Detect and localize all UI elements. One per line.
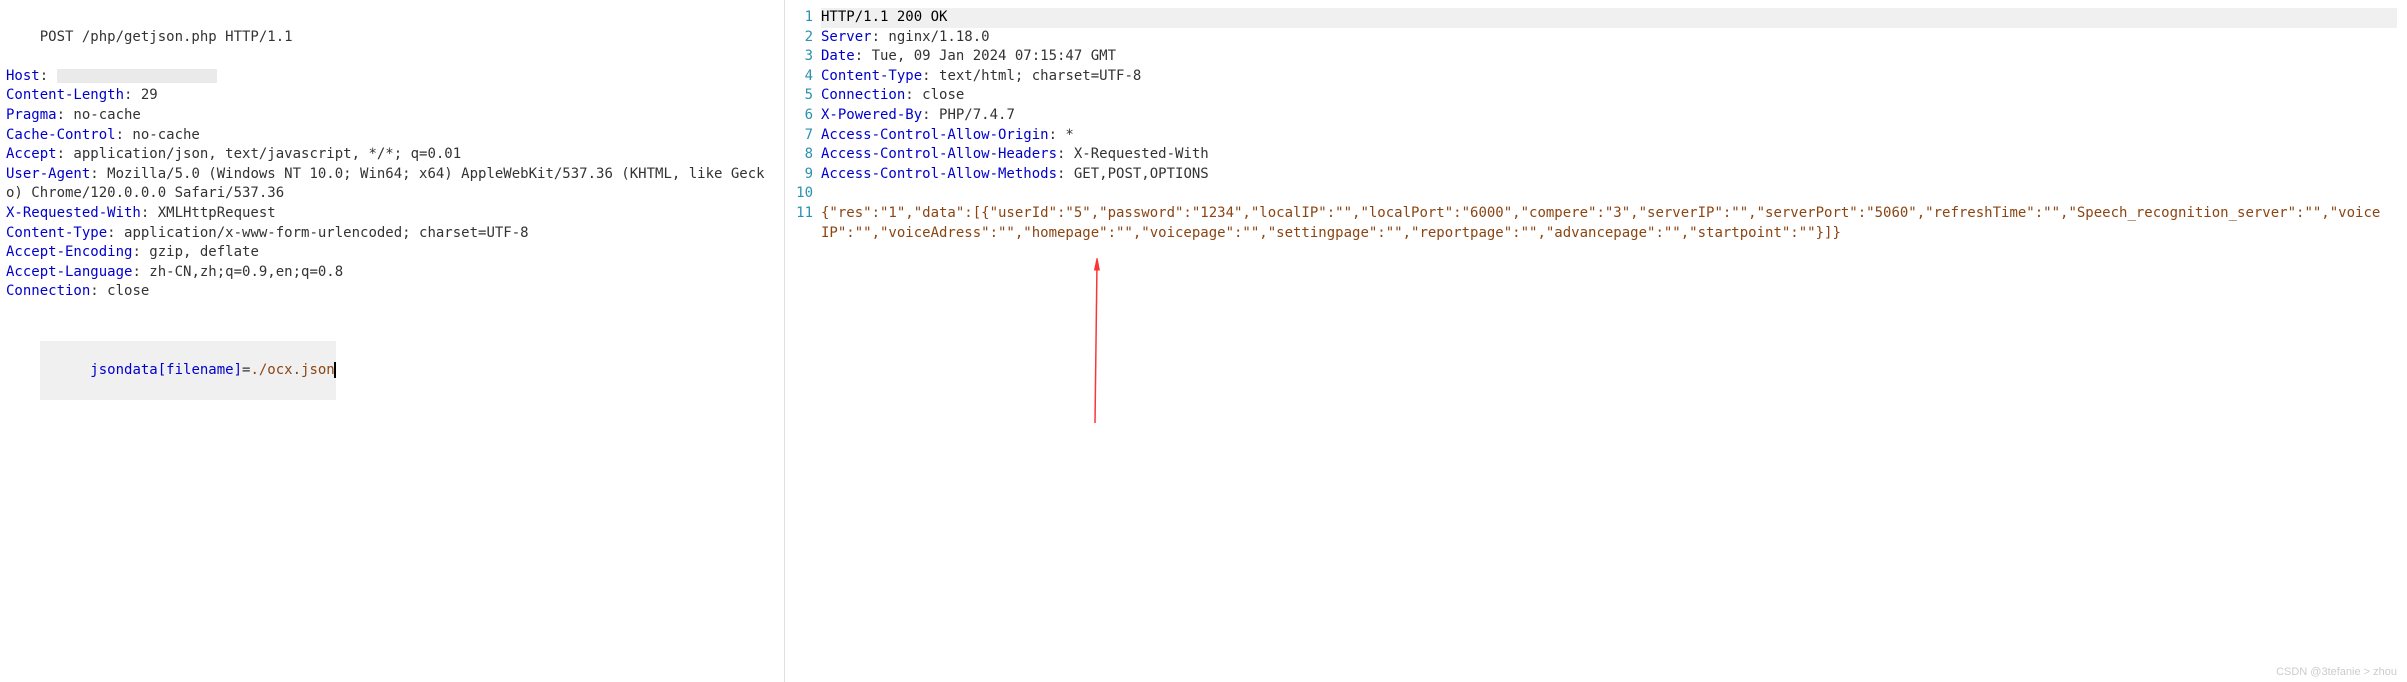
line-number: 1 <box>795 8 821 28</box>
response-line: 4Content-Type: text/html; charset=UTF-8 <box>795 67 2401 87</box>
request-header: Connection: close <box>6 282 774 302</box>
header-value: : GET,POST,OPTIONS <box>1057 166 1209 182</box>
header-name: Content-Type <box>821 68 922 84</box>
request-method-path: POST /php/getjson.php HTTP/1.1 <box>40 29 293 45</box>
line-number: 10 <box>795 184 821 204</box>
header-name: Access-Control-Allow-Headers <box>821 146 1057 162</box>
request-header: Accept: application/json, text/javascrip… <box>6 145 774 165</box>
request-header: Accept-Language: zh-CN,zh;q=0.9,en;q=0.8 <box>6 263 774 283</box>
header-value: : close <box>905 87 964 103</box>
header-name: User-Agent <box>6 166 90 182</box>
request-body[interactable]: jsondata[filename]=./ocx.json <box>6 322 774 420</box>
request-start-line: POST /php/getjson.php HTTP/1.1 <box>6 8 774 67</box>
header-value: : no-cache <box>57 107 141 123</box>
header-value: : text/html; charset=UTF-8 <box>922 68 1141 84</box>
header-value: : nginx/1.18.0 <box>872 29 990 45</box>
request-header: Cache-Control: no-cache <box>6 126 774 146</box>
response-line: 10 <box>795 184 2401 204</box>
header-value: : gzip, deflate <box>132 244 258 260</box>
response-pane[interactable]: 1HTTP/1.1 200 OK2Server: nginx/1.18.03Da… <box>789 0 2407 682</box>
response-status-line: HTTP/1.1 200 OK <box>821 8 2397 28</box>
line-number: 6 <box>795 106 821 126</box>
header-value: : * <box>1049 127 1074 143</box>
header-value: : close <box>90 283 149 299</box>
response-line: 2Server: nginx/1.18.0 <box>795 28 2401 48</box>
header-name: Accept-Language <box>6 264 132 280</box>
header-value: : no-cache <box>116 127 200 143</box>
request-header: Pragma: no-cache <box>6 106 774 126</box>
pane-divider[interactable] <box>784 0 785 682</box>
header-name: X-Powered-By <box>821 107 922 123</box>
request-header: Content-Length: 29 <box>6 86 774 106</box>
header-value: : application/x-www-form-urlencoded; cha… <box>107 225 528 241</box>
request-header: Accept-Encoding: gzip, deflate <box>6 243 774 263</box>
header-name: Server <box>821 29 872 45</box>
redacted-value <box>57 69 217 83</box>
line-number: 5 <box>795 86 821 106</box>
response-line: 6X-Powered-By: PHP/7.4.7 <box>795 106 2401 126</box>
header-value: : Mozilla/5.0 (Windows NT 10.0; Win64; x… <box>6 166 765 202</box>
header-value: : 29 <box>124 87 158 103</box>
blank-line <box>6 302 774 322</box>
request-header: Host: <box>6 67 774 87</box>
line-number: 8 <box>795 145 821 165</box>
request-header: X-Requested-With: XMLHttpRequest <box>6 204 774 224</box>
body-param-key: jsondata[filename] <box>90 362 242 378</box>
response-line: 9Access-Control-Allow-Methods: GET,POST,… <box>795 165 2401 185</box>
header-name: Accept-Encoding <box>6 244 132 260</box>
header-name: Accept <box>6 146 57 162</box>
header-value: : application/json, text/javascript, */*… <box>57 146 462 162</box>
header-value: : PHP/7.4.7 <box>922 107 1015 123</box>
header-value: : XMLHttpRequest <box>141 205 276 221</box>
header-name: Cache-Control <box>6 127 116 143</box>
header-name: Host <box>6 68 40 84</box>
text-cursor <box>334 362 336 378</box>
header-name: Pragma <box>6 107 57 123</box>
body-param-value: ./ocx.json <box>250 362 334 378</box>
line-number: 4 <box>795 67 821 87</box>
response-line: 11{"res":"1","data":[{"userId":"5","pass… <box>795 204 2401 243</box>
response-body: {"res":"1","data":[{"userId":"5","passwo… <box>821 204 2387 243</box>
header-name: Content-Length <box>6 87 124 103</box>
line-number: 9 <box>795 165 821 185</box>
request-header: Content-Type: application/x-www-form-url… <box>6 224 774 244</box>
header-name: Connection <box>6 283 90 299</box>
header-value: : zh-CN,zh;q=0.9,en;q=0.8 <box>132 264 343 280</box>
header-name: Connection <box>821 87 905 103</box>
header-value: : Tue, 09 Jan 2024 07:15:47 GMT <box>855 48 1116 64</box>
header-name: X-Requested-With <box>6 205 141 221</box>
watermark-text: CSDN @3tefanie > zhou <box>2276 666 2397 678</box>
line-number: 7 <box>795 126 821 146</box>
header-name: Access-Control-Allow-Origin <box>821 127 1049 143</box>
response-line: 1HTTP/1.1 200 OK <box>795 8 2401 28</box>
response-line: 3Date: Tue, 09 Jan 2024 07:15:47 GMT <box>795 47 2401 67</box>
line-number: 2 <box>795 28 821 48</box>
request-pane[interactable]: POST /php/getjson.php HTTP/1.1 Host: Con… <box>0 0 780 682</box>
request-header: User-Agent: Mozilla/5.0 (Windows NT 10.0… <box>6 165 774 204</box>
header-value: : X-Requested-With <box>1057 146 1209 162</box>
response-line: 5Connection: close <box>795 86 2401 106</box>
header-name: Access-Control-Allow-Methods <box>821 166 1057 182</box>
header-name: Date <box>821 48 855 64</box>
line-number: 3 <box>795 47 821 67</box>
line-number: 11 <box>795 204 821 224</box>
response-line: 8Access-Control-Allow-Headers: X-Request… <box>795 145 2401 165</box>
response-line: 7Access-Control-Allow-Origin: * <box>795 126 2401 146</box>
header-name: Content-Type <box>6 225 107 241</box>
